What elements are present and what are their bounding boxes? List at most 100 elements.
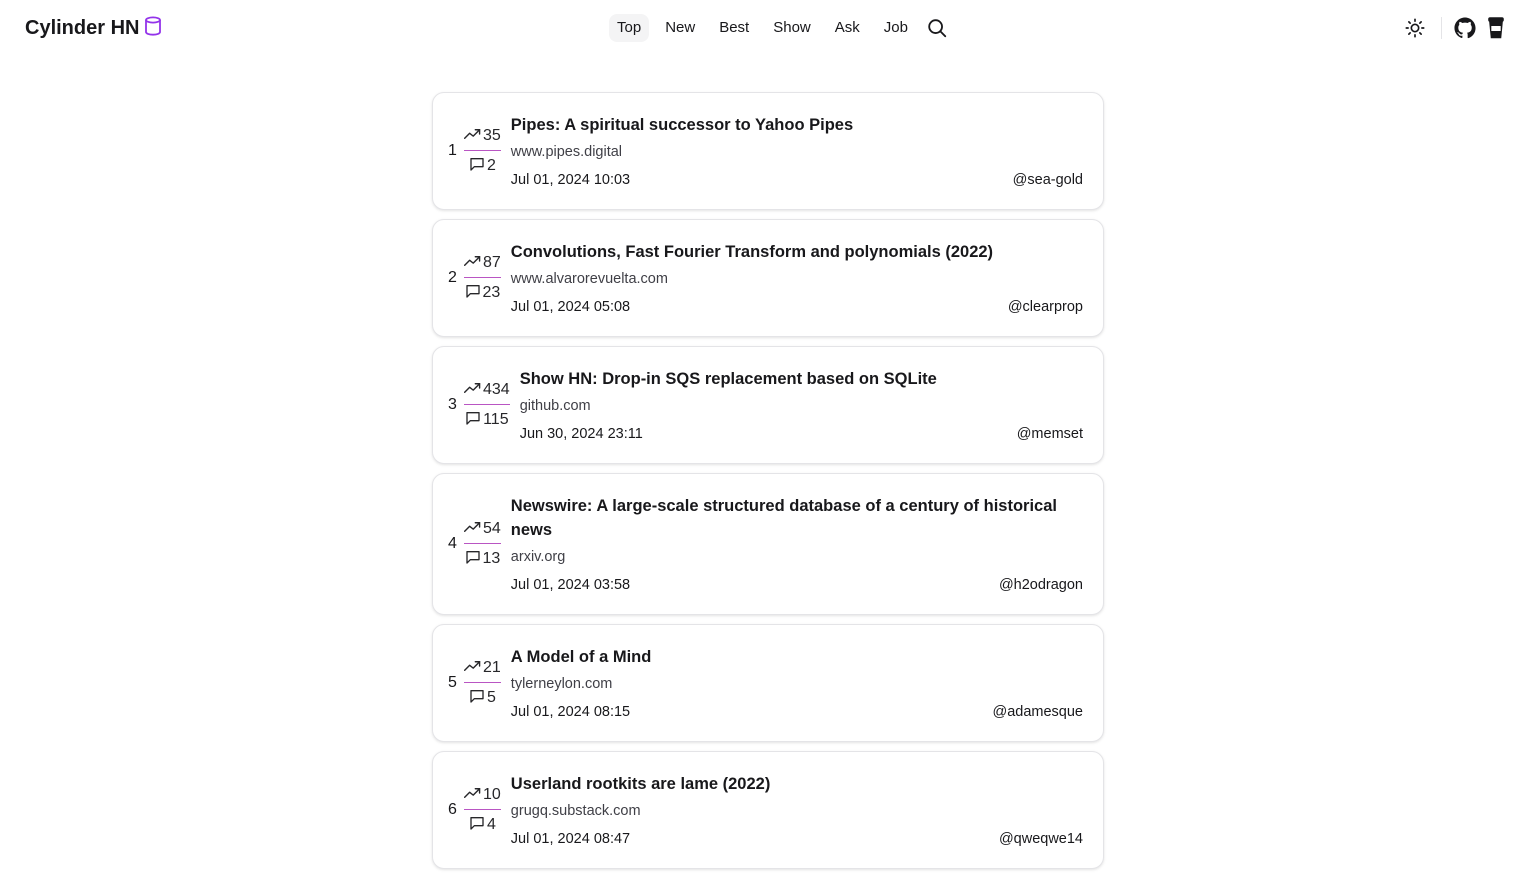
story-user[interactable]: @clearprop bbox=[1008, 298, 1083, 316]
comments-count: 115 bbox=[483, 411, 509, 428]
points-stat: 54 bbox=[464, 519, 501, 539]
story-card[interactable]: 4 54 13 Newswire: A large-scale structur… bbox=[432, 473, 1104, 615]
story-rank: 2 bbox=[448, 269, 457, 286]
story-domain[interactable]: tylerneylon.com bbox=[511, 675, 1083, 693]
story-content: Pipes: A spiritual successor to Yahoo Pi… bbox=[511, 113, 1083, 189]
coffee-cup-icon[interactable] bbox=[1486, 16, 1506, 40]
points-count: 21 bbox=[483, 659, 501, 676]
comment-icon bbox=[469, 815, 487, 836]
story-stats: 87 23 bbox=[464, 253, 501, 303]
points-count: 35 bbox=[483, 127, 501, 144]
story-card[interactable]: 3 434 115 Show HN: Drop-in SQS replaceme… bbox=[432, 346, 1104, 464]
trending-up-icon bbox=[464, 381, 483, 399]
points-stat: 35 bbox=[464, 126, 501, 146]
story-feed: 1 35 2 Pipes: A spiritual successor to Y… bbox=[432, 92, 1104, 878]
points-stat: 21 bbox=[464, 658, 501, 678]
comments-stat[interactable]: 115 bbox=[465, 410, 509, 430]
story-title[interactable]: Newswire: A large-scale structured datab… bbox=[511, 494, 1083, 542]
nav-top[interactable]: Top bbox=[609, 14, 650, 42]
story-domain[interactable]: www.alvarorevuelta.com bbox=[511, 270, 1083, 288]
story-time: Jul 01, 2024 08:15 bbox=[510, 704, 631, 720]
github-icon[interactable] bbox=[1454, 17, 1476, 39]
points-count: 87 bbox=[483, 254, 501, 271]
comments-stat[interactable]: 13 bbox=[465, 549, 501, 570]
story-content: Show HN: Drop-in SQS replacement based o… bbox=[520, 367, 1083, 443]
comments-stat[interactable]: 2 bbox=[469, 156, 496, 176]
story-card[interactable]: 5 21 5 A Model of a Mind tylerneylon.com… bbox=[432, 624, 1104, 742]
nav-job[interactable]: Job bbox=[876, 14, 916, 42]
comment-icon bbox=[465, 549, 483, 570]
story-user[interactable]: @sea-gold bbox=[1013, 171, 1083, 189]
story-time: Jul 01, 2024 10:03 bbox=[510, 172, 631, 188]
nav-ask[interactable]: Ask bbox=[827, 14, 868, 42]
story-content: Newswire: A large-scale structured datab… bbox=[511, 494, 1083, 594]
nav-show[interactable]: Show bbox=[765, 14, 819, 42]
comments-count: 13 bbox=[482, 550, 501, 567]
story-meta: Jun 30, 2024 23:11 @memset bbox=[520, 425, 1083, 443]
story-domain[interactable]: arxiv.org bbox=[511, 548, 1083, 566]
story-card[interactable]: 2 87 23 Convolutions, Fast Fourier Trans… bbox=[432, 219, 1104, 337]
comments-count: 23 bbox=[482, 284, 501, 301]
story-domain[interactable]: www.pipes.digital bbox=[511, 143, 1083, 161]
story-rank: 1 bbox=[448, 142, 457, 159]
story-rank: 5 bbox=[448, 674, 457, 691]
comment-icon bbox=[465, 283, 483, 304]
search-icon[interactable] bbox=[926, 17, 948, 39]
story-content: Userland rootkits are lame (2022) grugq.… bbox=[511, 772, 1083, 848]
story-time: Jul 01, 2024 08:47 bbox=[510, 831, 631, 847]
points-stat: 10 bbox=[464, 785, 501, 805]
story-time: Jul 01, 2024 03:58 bbox=[510, 577, 631, 593]
sun-icon[interactable] bbox=[1404, 17, 1426, 39]
trending-up-icon bbox=[464, 520, 483, 538]
story-stats: 10 4 bbox=[464, 785, 501, 835]
stats-divider bbox=[464, 682, 501, 683]
story-title[interactable]: A Model of a Mind bbox=[511, 645, 1083, 669]
story-time: Jun 30, 2024 23:11 bbox=[519, 426, 643, 442]
stats-divider bbox=[464, 543, 501, 544]
points-count: 10 bbox=[483, 786, 501, 803]
story-card[interactable]: 6 10 4 Userland rootkits are lame (2022)… bbox=[432, 751, 1104, 869]
points-stat: 87 bbox=[464, 253, 501, 273]
story-user[interactable]: @qweqwe14 bbox=[999, 830, 1083, 848]
story-meta: Jul 01, 2024 08:15 @adamesque bbox=[511, 703, 1083, 721]
story-content: Convolutions, Fast Fourier Transform and… bbox=[511, 240, 1083, 316]
story-meta: Jul 01, 2024 10:03 @sea-gold bbox=[511, 171, 1083, 189]
comments-stat[interactable]: 5 bbox=[469, 688, 496, 708]
comments-stat[interactable]: 4 bbox=[469, 815, 496, 835]
cylinder-icon bbox=[143, 14, 163, 43]
story-user[interactable]: @adamesque bbox=[993, 703, 1084, 721]
top-header: Cylinder HN Top New Best Show Ask Job bbox=[0, 0, 1520, 56]
story-meta: Jul 01, 2024 08:47 @qweqwe14 bbox=[511, 830, 1083, 848]
story-rank: 4 bbox=[448, 535, 457, 552]
story-user[interactable]: @h2odragon bbox=[999, 576, 1083, 594]
stats-divider bbox=[464, 277, 501, 278]
story-title[interactable]: Userland rootkits are lame (2022) bbox=[511, 772, 1083, 796]
main-nav: Top New Best Show Ask Job bbox=[609, 14, 948, 42]
brand-link[interactable]: Cylinder HN bbox=[25, 14, 163, 43]
trending-up-icon bbox=[464, 786, 483, 804]
comments-count: 2 bbox=[486, 157, 496, 174]
nav-new[interactable]: New bbox=[657, 14, 703, 42]
story-title[interactable]: Convolutions, Fast Fourier Transform and… bbox=[511, 240, 1083, 264]
stats-divider bbox=[464, 809, 501, 810]
story-card[interactable]: 1 35 2 Pipes: A spiritual successor to Y… bbox=[432, 92, 1104, 210]
points-count: 434 bbox=[483, 381, 510, 398]
comment-icon bbox=[465, 410, 483, 431]
points-stat: 434 bbox=[464, 380, 510, 400]
trending-up-icon bbox=[464, 659, 483, 677]
nav-best[interactable]: Best bbox=[711, 14, 757, 42]
story-rank: 6 bbox=[448, 801, 457, 818]
story-user[interactable]: @memset bbox=[1017, 425, 1083, 443]
story-meta: Jul 01, 2024 05:08 @clearprop bbox=[511, 298, 1083, 316]
comments-count: 4 bbox=[486, 816, 496, 833]
story-title[interactable]: Pipes: A spiritual successor to Yahoo Pi… bbox=[511, 113, 1083, 137]
story-domain[interactable]: grugq.substack.com bbox=[511, 802, 1083, 820]
trending-up-icon bbox=[464, 127, 483, 145]
story-domain[interactable]: github.com bbox=[520, 397, 1083, 415]
toolbar-divider bbox=[1441, 17, 1442, 39]
stats-divider bbox=[464, 150, 501, 151]
comment-icon bbox=[469, 156, 487, 177]
story-content: A Model of a Mind tylerneylon.com Jul 01… bbox=[511, 645, 1083, 721]
comments-stat[interactable]: 23 bbox=[465, 283, 501, 304]
story-title[interactable]: Show HN: Drop-in SQS replacement based o… bbox=[520, 367, 1083, 391]
